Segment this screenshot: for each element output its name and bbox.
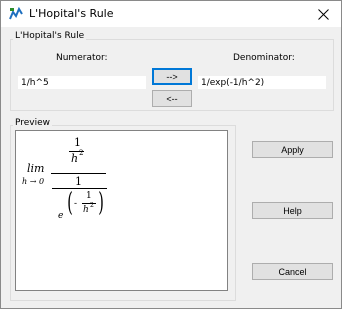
- close-icon: [317, 8, 329, 20]
- exp-fraction-numerator: 1: [86, 191, 92, 201]
- preview-panel: lim h → 0 1 h 2 1 e ( - 1 h 2 ): [15, 130, 228, 291]
- main-fraction-bar: [51, 173, 106, 174]
- apply-button[interactable]: Apply: [252, 141, 333, 158]
- denominator-field[interactable]: 1/exp(-1/h^2): [198, 76, 326, 89]
- exp-minus: -: [74, 199, 78, 209]
- exp-close-paren: ): [98, 188, 104, 218]
- top-denominator-base: h: [71, 152, 79, 165]
- title-bar: L'Hopital's Rule: [1, 1, 341, 27]
- exp-fraction-denominator-base: h: [83, 205, 89, 215]
- cancel-button[interactable]: Cancel: [252, 263, 333, 280]
- move-to-denominator-button[interactable]: -->: [152, 68, 192, 85]
- numerator-label: Numerator:: [56, 53, 108, 63]
- bottom-numerator: 1: [75, 175, 82, 188]
- move-to-numerator-button[interactable]: <--: [152, 90, 192, 107]
- exp-base: e: [58, 211, 64, 221]
- denominator-label: Denominator:: [233, 53, 295, 63]
- rule-group-label: L'Hopital's Rule: [13, 31, 87, 41]
- window-title: L'Hopital's Rule: [29, 7, 114, 20]
- top-numerator: 1: [74, 136, 81, 149]
- preview-group-label: Preview: [13, 118, 53, 128]
- app-icon: [9, 6, 23, 21]
- lim-word: lim: [27, 162, 45, 175]
- exp-fraction-denominator-exponent: 2: [90, 202, 94, 209]
- lim-subscript: h → 0: [22, 177, 45, 186]
- dialog-window: L'Hopital's Rule L'Hopital's Rule Numera…: [0, 0, 342, 309]
- top-denominator-exponent: 2: [79, 149, 84, 157]
- numerator-field[interactable]: 1/h^5: [18, 76, 146, 89]
- close-button[interactable]: [305, 1, 341, 27]
- help-button[interactable]: Help: [252, 202, 333, 219]
- exp-open-paren: (: [67, 188, 73, 218]
